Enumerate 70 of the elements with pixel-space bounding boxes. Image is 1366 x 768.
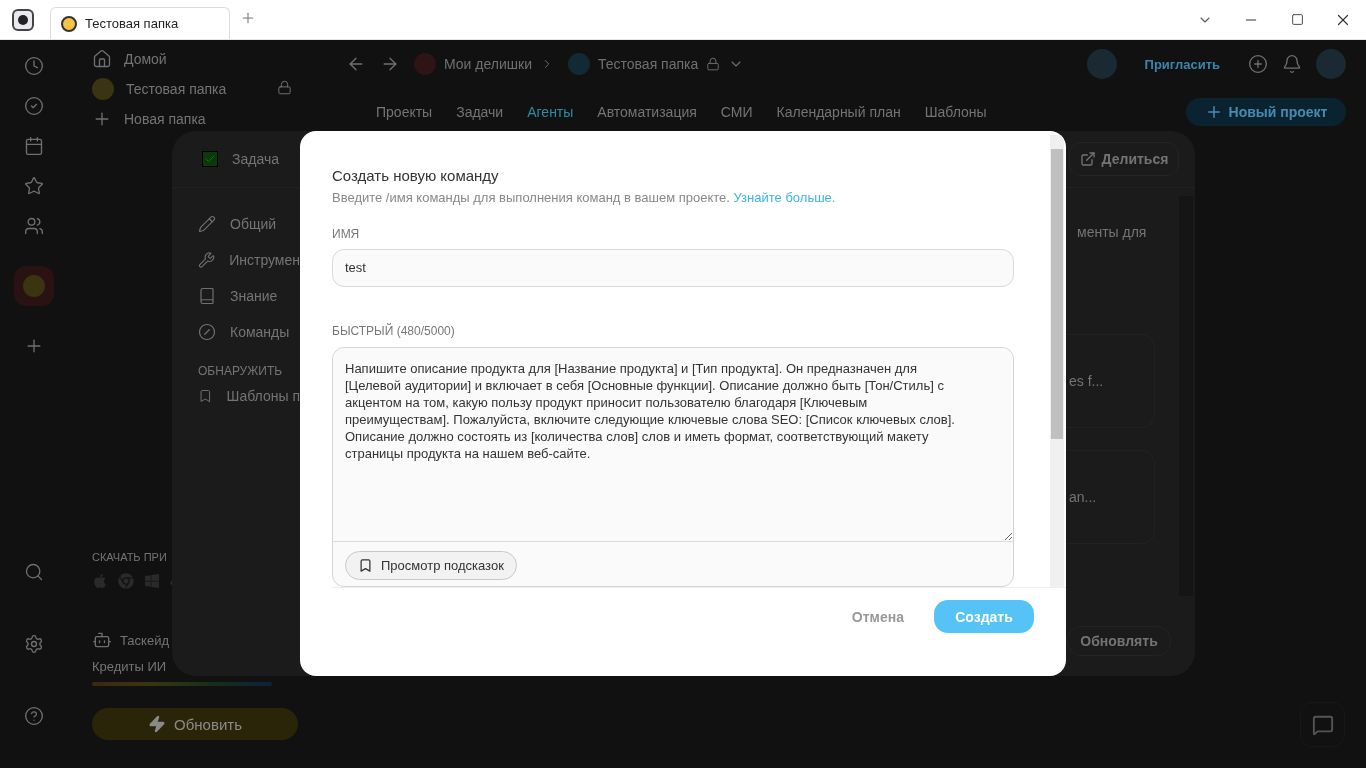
star-icon[interactable] [24, 176, 44, 196]
emoji-avatar [92, 78, 114, 100]
upgrade-button[interactable]: Обновить [92, 708, 298, 740]
lock-icon [277, 80, 292, 95]
browser-tab[interactable]: Тестовая папка [50, 7, 230, 39]
section-heading: СКАЧАТЬ ПРИ [92, 551, 167, 563]
lightning-icon [148, 715, 167, 733]
calendar-icon[interactable] [24, 136, 44, 156]
nav-tab[interactable]: Автоматизация [597, 104, 697, 120]
settings-nav-item[interactable]: Инструмен [229, 252, 300, 268]
settings-nav-item[interactable]: Общий [230, 216, 277, 232]
cancel-button[interactable]: Отмена [845, 607, 910, 626]
emoji-avatar [568, 53, 590, 75]
app-logo-icon [12, 8, 34, 31]
description-text: менты для [1077, 224, 1148, 240]
field-label: БЫСТРЫЙ (480/5000) [332, 323, 456, 338]
add-circle-icon[interactable] [1248, 54, 1268, 74]
dialog-title: Создать новую команду [332, 167, 500, 184]
breadcrumb-link[interactable]: Тестовая папка [598, 56, 699, 72]
assistant-label[interactable]: Таскейд [120, 632, 169, 648]
chat-icon [1311, 713, 1334, 736]
lock-icon [706, 57, 721, 71]
invite-link[interactable]: Пригласить [1144, 56, 1220, 72]
section-heading: ОБНАРУЖИТЬ [198, 364, 283, 378]
learn-more-link[interactable]: Узнайте больше. [733, 190, 836, 205]
share-button[interactable]: Делиться [1069, 142, 1179, 176]
nav-tab[interactable]: Шаблоны [924, 104, 987, 120]
wrench-icon [198, 251, 216, 269]
clock-icon[interactable] [24, 56, 44, 76]
dialog-subtitle: Введите /имя команды для выполнения команд в вашем проекте. Узнайте больше. [332, 190, 837, 205]
field-label: ИМЯ [332, 227, 361, 241]
pencil-icon [198, 215, 216, 233]
users-icon[interactable] [24, 216, 44, 236]
settings-icon[interactable] [24, 634, 44, 654]
sidebar-item[interactable]: Домой [92, 44, 167, 74]
sidebar-item[interactable]: Тестовая папка [92, 74, 292, 104]
hints-button[interactable]: Просмотр подсказок [345, 550, 517, 580]
share-icon [1079, 151, 1096, 167]
scrollbar[interactable] [1050, 135, 1064, 587]
update-button[interactable]: Обновлять [1067, 626, 1171, 656]
prompt-field[interactable]: Напишите описание продукта для [Название продукта] и [Тип продукта]. Он предназначен для [Целевой аудитории] и включает в себя [Основные функции]. Описание должно быть [Тон/Стиль] с акцентом на том, какую пользу продукт приносит пользователю благодаря [Ключевым преимуществам]. Пожалуйста, включите следующие ключевые слова SEO: [Список ключевых слов]. Описание должно состоять из [количества слов] слов и иметь формат, соответствующий макету страницы продукта на нашем веб-сайте. [333, 347, 1013, 542]
chat-bot-button[interactable] [1300, 702, 1345, 747]
nav-tab[interactable]: Календарный план [776, 104, 901, 120]
nav-tab[interactable]: Агенты [527, 104, 574, 120]
new-project-button[interactable]: Новый проект [1186, 98, 1346, 126]
nav-tab[interactable]: Проекты [376, 104, 433, 120]
help-icon[interactable] [24, 706, 44, 726]
breadcrumb-link[interactable]: Мои делишки [444, 56, 532, 72]
bookmark-icon [358, 557, 373, 573]
sidebar-item[interactable]: Новая папка [92, 104, 206, 134]
emoji-avatar [414, 53, 436, 75]
search-icon[interactable] [24, 562, 44, 582]
nav-tab[interactable]: СМИ [720, 104, 753, 120]
nav-tab[interactable]: Задачи [456, 104, 504, 120]
checkbox-icon [202, 151, 218, 167]
settings-nav-item[interactable]: Шаблоны п [226, 388, 300, 404]
settings-nav-item[interactable]: Знание [230, 288, 278, 304]
card-title: Задача [232, 151, 279, 167]
prompt-editor[interactable] [332, 346, 1014, 587]
maximize-icon[interactable] [1290, 13, 1304, 26]
bookmark-icon [198, 387, 213, 405]
settings-nav-item[interactable]: Команды [230, 324, 290, 340]
book-icon [198, 287, 216, 305]
bell-icon[interactable] [1282, 54, 1302, 74]
check-circle-icon[interactable] [24, 96, 44, 116]
slash-circle-icon [198, 323, 216, 341]
robot-icon [92, 630, 112, 650]
house-icon [92, 49, 112, 69]
name-input[interactable]: test [332, 249, 1014, 287]
credits-label: Кредиты ИИ [92, 659, 167, 674]
